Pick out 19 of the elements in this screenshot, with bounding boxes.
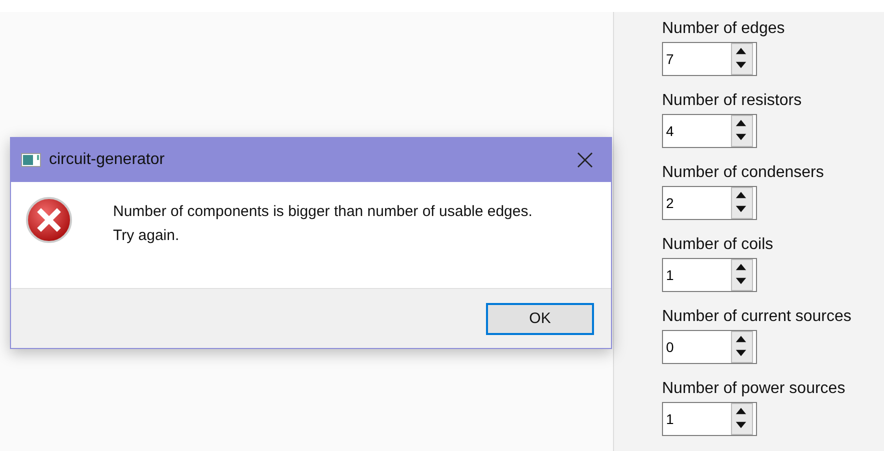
error-icon [25, 196, 73, 244]
app-icon [21, 153, 41, 167]
spin-box[interactable]: 4 [662, 114, 757, 148]
spin-box[interactable]: 1 [662, 402, 757, 436]
field-label: Number of coils [662, 235, 774, 255]
spin-box[interactable]: 2 [662, 186, 757, 220]
window-title: circuit-generator [49, 151, 166, 169]
field-label: Number of power sources [662, 379, 846, 399]
field-label: Number of edges [662, 19, 786, 39]
spin-box[interactable]: 1 [662, 258, 757, 292]
spin-box[interactable]: 7 [662, 42, 757, 76]
ok-button[interactable]: OK [486, 302, 594, 334]
field-label: Number of resistors [662, 91, 803, 111]
close-icon[interactable] [577, 152, 593, 168]
message-text: Try again. [113, 226, 180, 246]
spin-box[interactable]: 0 [662, 330, 757, 364]
field-label: Number of condensers [662, 163, 825, 183]
field-label: Number of current sources [662, 307, 852, 327]
message-text: Number of components is bigger than number of usable edges. [113, 202, 534, 222]
